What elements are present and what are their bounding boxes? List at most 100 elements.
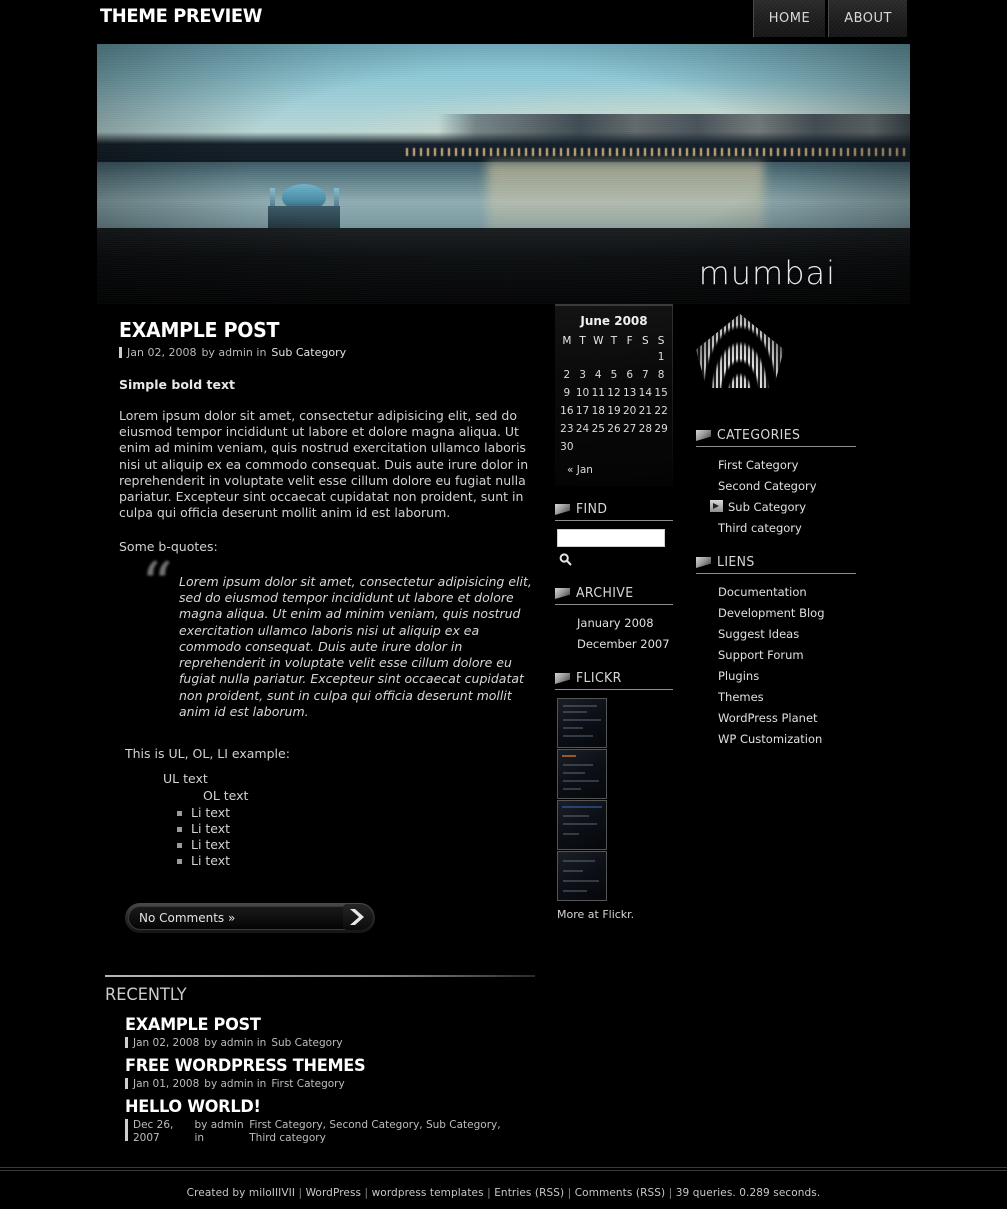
archive-list: January 2008 December 2007 (555, 613, 673, 655)
footer-link-templates[interactable]: wordpress templates (372, 1187, 484, 1199)
flag-icon (555, 504, 570, 515)
meta-bar-icon (125, 1119, 128, 1142)
calendar-header-row: M T W T F S S (559, 334, 669, 348)
ul-item-label: UL text (163, 771, 208, 787)
recent-post-categories[interactable]: Sub Category (271, 1037, 342, 1050)
comments-button-inner: No Comments » (128, 906, 372, 931)
flickr-thumb-3[interactable] (557, 800, 607, 850)
category-item-second[interactable]: Second Category (696, 476, 856, 497)
nav-item-home[interactable]: HOME (752, 0, 825, 37)
post-category-link[interactable]: Sub Category (271, 346, 346, 359)
liens-widget: LIENS Documentation Development Blog Sug… (696, 555, 856, 750)
footer-divider (0, 1167, 1007, 1172)
calendar-day (575, 348, 591, 366)
category-item-third[interactable]: Third category (696, 518, 856, 539)
search-input[interactable] (557, 529, 665, 547)
nav-item-about[interactable]: ABOUT (828, 0, 907, 37)
calendar-week: 1 (559, 348, 669, 366)
ul-list: UL text OL text Li text Li text Li text … (163, 771, 533, 869)
recent-post-item: HELLO WORLD! Dec 26, 2007 by admin in Fi… (125, 1097, 910, 1145)
calendar-day (638, 348, 654, 366)
calendar-day: 3 (579, 369, 586, 381)
comments-button[interactable]: No Comments » (125, 903, 375, 934)
calendar-day: 20 (622, 405, 637, 417)
flag-icon (555, 588, 570, 599)
liens-widget-title: LIENS (717, 555, 755, 570)
calendar-day: 2 (563, 369, 571, 381)
calendar-day: 13 (622, 387, 637, 399)
liens-item-themes[interactable]: Themes (696, 687, 856, 708)
footer-link-wordpress[interactable]: WordPress (306, 1187, 362, 1199)
flickr-thumb-1[interactable] (557, 698, 607, 748)
page-title: THEME PREVIEW (100, 5, 263, 27)
category-item-sub[interactable]: Sub Category (696, 497, 856, 518)
calendar-week: 16 17 18 19 20 21 22 (559, 402, 669, 420)
liens-item-plugins[interactable]: Plugins (696, 666, 856, 687)
calendar-day (590, 348, 606, 366)
calendar-day (590, 438, 606, 456)
recent-post-title[interactable]: HELLO WORLD! (125, 1097, 871, 1117)
categories-list: First Category Second Category Sub Categ… (696, 455, 856, 539)
site-header: THEME PREVIEW HOME ABOUT (0, 0, 1007, 44)
flickr-more-link[interactable]: More at Flickr. (555, 902, 673, 921)
recently-divider (105, 975, 535, 978)
footer-separator: | (564, 1187, 575, 1200)
arch-badge-icon (696, 314, 784, 388)
recent-post-categories[interactable]: First Category (271, 1078, 344, 1091)
recent-post-meta: Jan 01, 2008 by admin in First Category (125, 1078, 515, 1091)
calendar-day: 26 (607, 423, 621, 435)
calendar-day: 8 (657, 369, 665, 381)
flickr-widget-title: FLICKR (576, 671, 622, 686)
calendar-day: 23 (560, 423, 574, 435)
ol-item: OL text (203, 788, 533, 803)
recent-post-title[interactable]: FREE WORDPRESS THEMES (125, 1056, 871, 1076)
calendar-table: M T W T F S S 1 2 3 4 5 6 7 8 9 10 11 12… (559, 334, 669, 456)
calendar-day: 24 (575, 423, 590, 435)
footer-link-comments-rss[interactable]: Comments (RSS) (575, 1187, 665, 1199)
liens-item-documentation[interactable]: Documentation (696, 582, 856, 603)
archive-widget-header: ARCHIVE (555, 586, 673, 605)
meta-bar-icon (125, 1037, 128, 1049)
calendar-day: 25 (591, 423, 605, 435)
flickr-widget-header: FLICKR (555, 671, 673, 690)
list-item: Li text (177, 853, 533, 869)
find-widget-header: FIND (555, 502, 673, 521)
recent-post-date: Jan 02, 2008 (133, 1037, 200, 1050)
category-item-first[interactable]: First Category (696, 455, 856, 476)
calendar-day: 15 (654, 387, 668, 399)
blockquote-wrapper: “ Lorem ipsum dolor sit amet, consectetu… (141, 553, 533, 721)
flickr-thumbnail-grid (555, 698, 673, 901)
ul-item: UL text OL text Li text Li text Li text … (163, 771, 533, 869)
comments-arrow-icon[interactable] (343, 904, 373, 931)
calendar-caption: June 2008 (580, 314, 648, 328)
archive-item[interactable]: January 2008 (555, 613, 673, 634)
liens-item-wordpress-planet[interactable]: WordPress Planet (696, 708, 856, 729)
archive-item[interactable]: December 2007 (555, 634, 673, 655)
footer-separator: | (361, 1187, 372, 1200)
liens-item-support-forum[interactable]: Support Forum (696, 645, 856, 666)
flag-icon (696, 557, 711, 568)
calendar-day: 17 (575, 405, 590, 417)
recent-post-categories[interactable]: First Category, Second Category, Sub Cat… (249, 1119, 515, 1145)
flickr-thumb-2[interactable] (557, 749, 607, 799)
calendar-day (653, 438, 669, 456)
post-title[interactable]: EXAMPLE POST (119, 318, 512, 342)
li-list: Li text Li text Li text Li text (177, 805, 533, 869)
calendar-day (606, 438, 622, 456)
calendar-prev-link[interactable]: « Jan (559, 456, 669, 476)
flickr-thumb-4[interactable] (557, 851, 607, 901)
liens-item-development-blog[interactable]: Development Blog (696, 603, 856, 624)
post-author-prefix: by admin in (201, 346, 267, 359)
recent-post-title[interactable]: EXAMPLE POST (125, 1015, 871, 1035)
calendar-day: 27 (622, 423, 637, 435)
subcategory-arrow-icon (710, 500, 723, 512)
calendar-day: 29 (654, 423, 668, 435)
liens-item-suggest-ideas[interactable]: Suggest Ideas (696, 624, 856, 645)
liens-item-wp-customization[interactable]: WP Customization (696, 729, 856, 750)
footer-link-entries-rss[interactable]: Entries (RSS) (494, 1187, 564, 1199)
footer-stats: 39 queries. 0.289 seconds. (675, 1187, 821, 1200)
calendar-weekday: F (626, 335, 633, 347)
calendar-day (606, 348, 622, 366)
calendar-day: 5 (610, 369, 618, 381)
magnifier-icon[interactable] (559, 551, 572, 570)
